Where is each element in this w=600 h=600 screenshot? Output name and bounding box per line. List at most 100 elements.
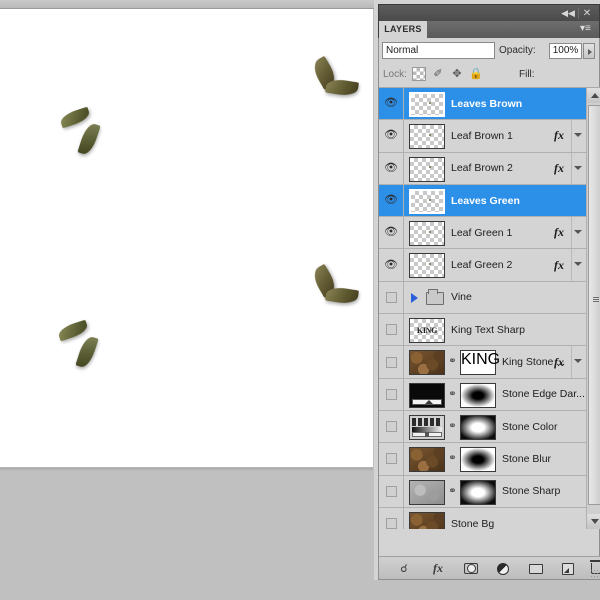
layer-thumbnail[interactable] [409, 350, 445, 376]
layer-thumbnail[interactable] [409, 221, 445, 247]
resize-grip[interactable] [590, 569, 598, 577]
chevron-down-icon[interactable] [574, 359, 582, 364]
layer-visibility-toggle[interactable] [379, 346, 404, 378]
layer-list[interactable]: 👁 Leaves Brown 👁 Leaf Brown 1 fx 👁 Leaf Brown … [379, 88, 600, 529]
scrollbar-thumb[interactable] [588, 105, 600, 505]
layer-style-fx-button[interactable]: fx [427, 560, 449, 577]
eye-off-icon [385, 421, 397, 433]
close-icon[interactable]: ✕ [580, 7, 594, 20]
layer-visibility-toggle[interactable] [379, 507, 404, 529]
document-canvas-area[interactable] [0, 0, 380, 600]
mask-link-icon[interactable]: ⚭ [448, 452, 457, 466]
layer-thumbnail[interactable] [409, 253, 445, 279]
lock-all-icon[interactable]: 🔒 [469, 67, 483, 81]
layer-thumbnail[interactable] [409, 479, 445, 505]
chevron-down-icon[interactable] [574, 262, 582, 267]
layer-effects-fx-icon[interactable]: fx [554, 346, 564, 377]
layer-effects-fx-icon[interactable]: fx [554, 153, 564, 184]
layer-visibility-toggle[interactable] [379, 314, 404, 346]
layer-visibility-eye-icon[interactable]: 👁 [379, 249, 404, 281]
layer-thumbnail[interactable] [409, 382, 445, 408]
layer-mask-thumbnail[interactable]: KING [460, 350, 500, 376]
lock-transparent-pixels-icon[interactable] [412, 67, 426, 81]
layer-row[interactable]: 👁 Leaf Green 1 fx [379, 217, 586, 250]
layer-mask-thumbnail[interactable] [460, 382, 496, 408]
layer-thumbnail[interactable] [409, 447, 445, 473]
blend-mode-select[interactable]: Normal [382, 42, 495, 59]
layer-effects-fx-icon[interactable]: fx [554, 249, 564, 280]
layer-thumbnail[interactable] [409, 156, 445, 182]
canvas-top-strip [0, 0, 380, 9]
chevron-down-icon[interactable] [574, 133, 582, 138]
layer-row[interactable]: Stone Bg [379, 507, 586, 529]
layer-visibility-eye-icon[interactable]: 👁 [379, 88, 404, 120]
layer-row[interactable]: 👁 Leaf Brown 1 fx [379, 120, 586, 153]
new-layer-button[interactable] [557, 560, 579, 577]
layer-name-label: Stone Edge Dar... [502, 388, 585, 401]
link-layers-button[interactable]: ☌ [393, 560, 415, 577]
layer-mask-thumbnail[interactable] [460, 414, 496, 440]
panel-titlebar[interactable]: ◀◀ ✕ [378, 4, 600, 21]
new-adjustment-layer-button[interactable] [492, 560, 514, 577]
mask-link-icon[interactable]: ⚭ [448, 388, 457, 402]
mask-link-icon[interactable]: ⚭ [448, 485, 457, 499]
layers-panel-footer: ☌ fx [379, 556, 600, 579]
layer-row[interactable]: ⚭ Stone Edge Dar... [379, 378, 586, 411]
opacity-input[interactable]: 100% [549, 43, 582, 59]
layer-mask-thumbnail[interactable] [460, 447, 496, 473]
layer-visibility-toggle[interactable] [379, 443, 404, 475]
scroll-down-arrow-icon[interactable] [587, 514, 600, 529]
layer-visibility-eye-icon[interactable]: 👁 [379, 120, 404, 152]
layer-thumbnail[interactable] [409, 414, 445, 440]
layer-thumbnail[interactable] [409, 124, 445, 150]
group-expand-arrow-icon[interactable] [411, 292, 418, 303]
lock-position-icon[interactable]: ✥ [450, 67, 464, 81]
layer-row[interactable]: ⚭ KING King Stone ... fx [379, 346, 586, 379]
layer-thumbnail[interactable] [409, 511, 445, 529]
panel-menu-icon[interactable]: ▾≡ [580, 23, 596, 35]
layer-row[interactable]: 👁 Leaves Green [379, 184, 586, 218]
lock-label: Lock: [383, 69, 407, 80]
layer-row[interactable]: 👁 Leaves Brown [379, 88, 586, 121]
layer-effects-fx-icon[interactable]: fx [554, 120, 564, 151]
layer-visibility-toggle[interactable] [379, 410, 404, 443]
opacity-stepper[interactable] [583, 43, 595, 59]
layer-row[interactable]: KING King Text Sharp [379, 314, 586, 347]
layer-list-scrollbar[interactable] [586, 88, 600, 529]
layer-visibility-toggle[interactable] [379, 475, 404, 507]
layer-thumbnail[interactable] [409, 188, 445, 214]
fx-divider [571, 346, 572, 378]
levels-bars [412, 417, 442, 426]
layer-row[interactable]: ⚭ Stone Color [379, 410, 586, 444]
layer-visibility-toggle[interactable] [379, 281, 404, 314]
eye-off-icon [385, 485, 397, 497]
mask-link-icon[interactable]: ⚭ [448, 420, 457, 434]
chevron-down-icon[interactable] [574, 165, 582, 170]
add-layer-mask-button[interactable] [460, 560, 482, 577]
mask-link-icon[interactable]: ⚭ [448, 355, 457, 369]
layer-row[interactable]: ⚭ Stone Sharp [379, 475, 586, 508]
layer-row[interactable]: ⚭ Stone Blur [379, 443, 586, 476]
layer-effects-fx-icon[interactable]: fx [554, 217, 564, 248]
lock-image-pixels-icon[interactable]: ✐ [431, 67, 445, 81]
layer-row[interactable]: 👁 Leaf Green 2 fx [379, 249, 586, 282]
lock-options-row: Lock: ✐ ✥ 🔒 Fill: 100% [379, 64, 600, 109]
layer-visibility-eye-icon[interactable]: 👁 [379, 184, 404, 217]
layer-name-label: King Text Sharp [451, 323, 525, 336]
layer-row[interactable]: Vine [379, 281, 586, 315]
chevron-down-icon[interactable] [574, 230, 582, 235]
layer-visibility-eye-icon[interactable]: 👁 [379, 217, 404, 249]
layer-thumbnail[interactable]: KING [409, 318, 445, 344]
layer-row[interactable]: 👁 Leaf Brown 2 fx [379, 152, 586, 185]
layer-thumbnail[interactable] [409, 92, 445, 117]
layer-visibility-toggle[interactable] [379, 378, 404, 410]
collapse-panel-icon[interactable]: ◀◀ [561, 7, 575, 20]
fx-divider [571, 249, 572, 281]
new-group-button[interactable] [525, 560, 547, 577]
panel-tab-row: LAYERS ▾≡ [378, 21, 600, 38]
tab-layers[interactable]: LAYERS [379, 21, 427, 38]
scroll-up-arrow-icon[interactable] [587, 88, 600, 103]
layer-mask-thumbnail[interactable] [460, 479, 496, 505]
eye-icon: 👁 [384, 194, 398, 207]
layer-visibility-eye-icon[interactable]: 👁 [379, 152, 404, 184]
